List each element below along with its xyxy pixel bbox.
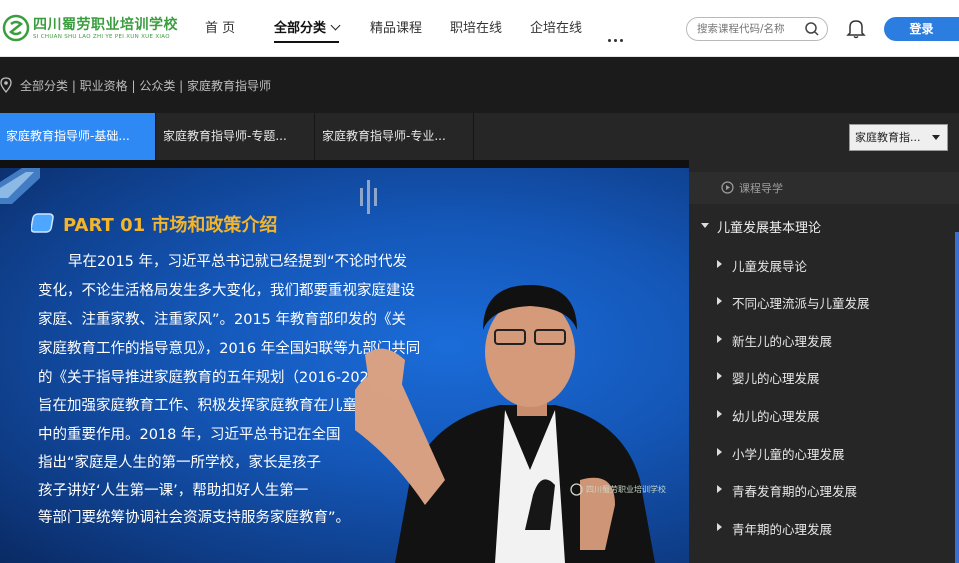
tab-course-professional[interactable]: 家庭教育指导师-专业... (316, 113, 474, 160)
lesson-label: 青年期的心理发展 (732, 522, 833, 537)
slide-text-line: 家庭、注重家教、注重家风”。2015 年教育部印发的《关 (38, 312, 407, 328)
nav-job-training[interactable]: 职培在线 (450, 0, 502, 57)
lesson-label: 儿童发展导论 (732, 259, 808, 274)
lesson-label: 不同心理流派与儿童发展 (732, 296, 870, 311)
slide-text-line: 中的重要作用。2018 年，习近平总书记在全国 (38, 427, 341, 443)
collapsed-triangle-icon (717, 485, 722, 493)
breadcrumb[interactable]: 全部分类 | 职业资格 | 公众类 | 家庭教育指导师 (20, 77, 271, 94)
slide-corner-decoration (0, 168, 40, 204)
slide-part-title: PART 01 市场和政策介绍 (63, 215, 278, 236)
lesson-label: 青春发育期的心理发展 (732, 484, 858, 499)
lesson-item[interactable]: 青年期的心理发展 (717, 518, 949, 538)
watermark-text: 四川蜀劳职业培训学校 (586, 485, 666, 494)
chapter-label: 儿童发展基本理论 (717, 221, 822, 236)
collapsed-triangle-icon (717, 297, 722, 305)
caret-down-icon (932, 135, 940, 140)
lesson-item[interactable]: 幼儿的心理发展 (717, 405, 949, 425)
course-catalog-panel: 课程导学 儿童发展基本理论 儿童发展导论 不同心理流派与儿童发展 新生儿的心理发… (689, 160, 959, 563)
expand-triangle-icon (701, 223, 709, 228)
chapter-item[interactable]: 儿童发展基本理论 (701, 216, 951, 236)
nav-enterprise-training[interactable]: 企培在线 (530, 0, 582, 57)
catalog-scrollbar[interactable] (955, 232, 959, 563)
logo-mark-icon (2, 14, 30, 42)
lesson-item[interactable]: 新生儿的心理发展 (717, 330, 949, 350)
lesson-label: 幼儿的心理发展 (732, 409, 820, 424)
site-logo[interactable]: 四川蜀劳职业培训学校 SI CHUAN SHU LAO ZHI YE PEI X… (0, 12, 178, 46)
bell-icon[interactable] (846, 18, 866, 39)
collapsed-triangle-icon (717, 448, 722, 456)
slide-brand-icon (360, 180, 377, 214)
logo-title: 四川蜀劳职业培训学校 (33, 17, 178, 33)
login-button[interactable]: 登录 (884, 17, 959, 41)
search-icon[interactable] (804, 21, 820, 37)
lesson-label: 新生儿的心理发展 (732, 334, 833, 349)
lesson-item[interactable]: 婴儿的心理发展 (717, 367, 949, 387)
slide-text-line: 孩子讲好‘人生第一课’，帮助扣好人生第一 (38, 483, 309, 499)
collapsed-triangle-icon (717, 335, 722, 343)
more-menu-icon[interactable] (608, 27, 626, 46)
slide-text-line: 的《关于指导推进家庭教育的五年规划（2016-2020 (38, 370, 379, 386)
nav-home[interactable]: 首 页 (205, 0, 235, 57)
lesson-item[interactable]: 青春发育期的心理发展 (717, 480, 949, 500)
video-watermark: 四川蜀劳职业培训学校 (570, 482, 680, 498)
nav-premium-courses[interactable]: 精品课程 (370, 0, 422, 57)
presenter-figure (355, 285, 655, 563)
search-box (686, 17, 828, 41)
catalog-guide-item[interactable]: 课程导学 (689, 172, 959, 204)
watermark-logo-icon (570, 483, 583, 496)
nav-all-categories[interactable]: 全部分类 (274, 0, 341, 57)
collapsed-triangle-icon (717, 372, 722, 380)
course-select-value: 家庭教育指... (855, 131, 921, 144)
search-input[interactable] (697, 21, 801, 37)
course-tabs: 家庭教育指导师-基础... 家庭教育指导师-专题... 家庭教育指导师-专业..… (0, 113, 959, 160)
part-badge-icon (31, 213, 54, 233)
top-header: 四川蜀劳职业培训学校 SI CHUAN SHU LAO ZHI YE PEI X… (0, 0, 959, 57)
lesson-item[interactable]: 儿童发展导论 (717, 255, 949, 275)
location-pin-icon (0, 77, 12, 93)
slide-text-line: 等部门要统筹协调社会资源支持服务家庭教育”。 (38, 510, 351, 526)
video-player[interactable]: PART 01 市场和政策介绍 早在2015 年，习近平总书记就已经提到“不论时… (0, 160, 689, 563)
lesson-label: 婴儿的心理发展 (732, 371, 820, 386)
slide-text-line: 旨在加强家庭教育工作、积极发挥家庭教育在儿童 (38, 398, 357, 414)
catalog-guide-label: 课程导学 (739, 182, 783, 195)
course-select[interactable]: 家庭教育指... (849, 124, 948, 151)
nav-all-categories-label: 全部分类 (274, 21, 327, 36)
logo-subtitle: SI CHUAN SHU LAO ZHI YE PEI XUN XUE XIAO (33, 34, 170, 40)
slide-text-line: 指出“家庭是人生的第一所学校，家长是孩子 (38, 455, 322, 471)
lesson-item[interactable]: 不同心理流派与儿童发展 (717, 292, 949, 312)
lesson-item[interactable]: 小学儿童的心理发展 (717, 443, 949, 463)
tab-course-special[interactable]: 家庭教育指导师-专题... (157, 113, 315, 160)
chevron-down-icon (330, 20, 341, 31)
collapsed-triangle-icon (717, 260, 722, 268)
play-circle-icon (721, 181, 734, 194)
video-top-strip (0, 160, 689, 168)
breadcrumb-bar: 全部分类 | 职业资格 | 公众类 | 家庭教育指导师 (0, 57, 959, 113)
lesson-label: 小学儿童的心理发展 (732, 447, 845, 462)
collapsed-triangle-icon (717, 410, 722, 418)
collapsed-triangle-icon (717, 523, 722, 531)
tab-course-basic[interactable]: 家庭教育指导师-基础... (0, 113, 156, 160)
